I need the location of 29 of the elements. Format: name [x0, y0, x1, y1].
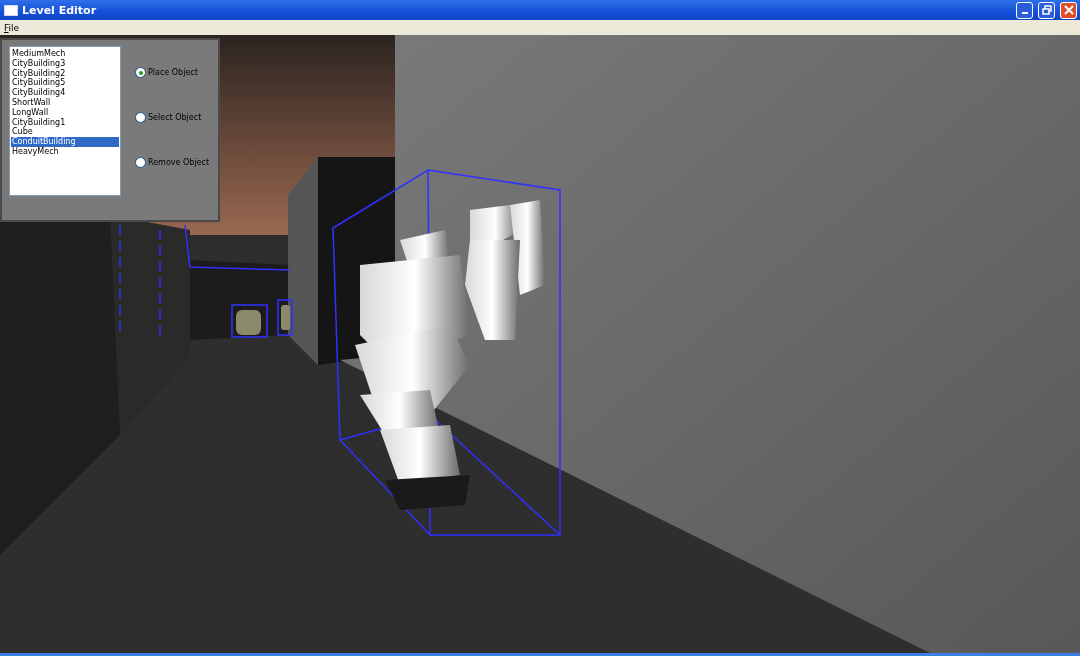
object-list[interactable]: MediumMech CityBuilding3 CityBuilding2 CityBuilding5 CityBuilding4 ShortWall LongWall CityBuilding1 Cube ConduitBuilding HeavyMech: [9, 46, 121, 196]
minimize-button[interactable]: [1016, 1, 1033, 19]
object-list-item[interactable]: ShortWall: [11, 98, 119, 108]
object-list-item[interactable]: Cube: [11, 127, 119, 138]
radio-button[interactable]: [135, 112, 146, 123]
object-list-item[interactable]: CityBuilding4: [11, 88, 119, 98]
window-icon: [4, 4, 18, 16]
object-list-item[interactable]: CityBuilding3: [11, 58, 119, 69]
object-list-item[interactable]: ConduitBuilding: [11, 137, 119, 147]
object-list-item[interactable]: MediumMech: [11, 49, 119, 59]
object-list-item[interactable]: CityBuilding2: [11, 68, 119, 79]
restore-button[interactable]: [1038, 1, 1055, 19]
restore-icon: [1041, 5, 1052, 15]
object-list-item[interactable]: HeavyMech: [11, 146, 119, 157]
window-title: Level Editor: [22, 3, 97, 17]
radio-label: Place Object: [148, 68, 198, 77]
radio-label: Select Object: [148, 113, 202, 122]
object-list-item[interactable]: LongWall: [11, 107, 119, 118]
close-icon: [1063, 5, 1074, 15]
object-list-item[interactable]: CityBuilding1: [11, 117, 119, 128]
radio-label: Remove Object: [148, 158, 210, 167]
mode-radio[interactable]: Remove Object: [135, 157, 210, 168]
radio-button[interactable]: [135, 67, 146, 78]
object-list-item[interactable]: CityBuilding5: [11, 78, 119, 89]
close-button[interactable]: [1060, 1, 1077, 19]
file-menu[interactable]: File: [4, 22, 20, 33]
mode-radio[interactable]: Select Object: [135, 112, 210, 123]
mode-radio[interactable]: Place Object: [135, 67, 210, 78]
radio-button[interactable]: [135, 157, 146, 168]
